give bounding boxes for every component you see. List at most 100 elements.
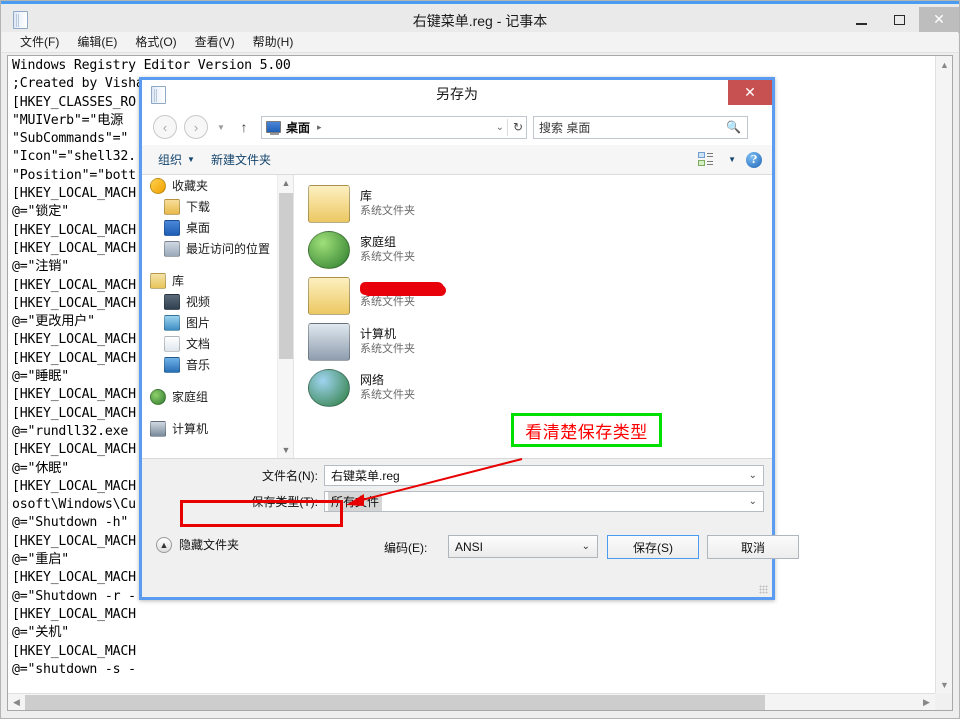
collapse-icon: ▲ xyxy=(156,536,172,553)
notepad-title: 右键菜单.reg - 记事本 xyxy=(412,13,548,29)
address-bar[interactable]: 桌面 ▸ ⌄ ↻ xyxy=(261,115,527,139)
downloads-icon xyxy=(164,198,180,215)
menu-file[interactable]: 文件(F) xyxy=(11,32,68,52)
horizontal-scroll-thumb[interactable] xyxy=(25,695,765,710)
sidebar-item-0[interactable]: 收藏夹 xyxy=(142,175,293,196)
forward-button[interactable]: › xyxy=(184,115,208,139)
breadcrumb-current[interactable]: 桌面 xyxy=(286,119,310,136)
breadcrumb-separator-icon: ▸ xyxy=(317,121,322,132)
toolbar-right-group: ▼ ? xyxy=(698,151,762,168)
file-list-item[interactable]: 家庭组 系统文件夹 xyxy=(294,227,772,273)
sidebar-item-4[interactable]: 库 xyxy=(142,270,293,291)
file-type: 系统文件夹 xyxy=(360,296,415,308)
search-input[interactable]: 搜索 桌面 🔍 xyxy=(533,115,748,139)
notepad-horizontal-scrollbar[interactable]: ◀ ▶ xyxy=(8,693,952,710)
menu-view[interactable]: 查看(V) xyxy=(186,32,244,52)
sidebar-item-label: 图片 xyxy=(186,316,211,330)
up-one-level-button[interactable]: ↑ xyxy=(234,116,254,138)
recent-locations-button[interactable]: ▼ xyxy=(213,116,229,138)
hide-folders-label: 隐藏文件夹 xyxy=(179,538,240,552)
sidebar-item-8[interactable]: 音乐 xyxy=(142,354,293,375)
dialog-toolbar: 组织 ▼ 新建文件夹 ▼ ? xyxy=(142,145,772,175)
close-icon: ✕ xyxy=(744,84,756,100)
new-folder-button[interactable]: 新建文件夹 xyxy=(211,151,271,168)
sidebar-scrollbar[interactable]: ▲ ▼ xyxy=(277,175,293,458)
menu-edit[interactable]: 编辑(E) xyxy=(68,32,126,52)
minimize-icon xyxy=(855,22,867,25)
scroll-up-icon[interactable]: ▲ xyxy=(936,56,953,73)
dialog-titlebar[interactable]: 另存为 ✕ xyxy=(142,80,772,109)
scroll-up-icon[interactable]: ▲ xyxy=(278,175,293,191)
sidebar-item-label: 家庭组 xyxy=(172,390,209,404)
search-icon: 🔍 xyxy=(726,120,741,134)
annotation-text: 看清楚保存类型 xyxy=(525,422,648,442)
chevron-down-icon[interactable]: ⌄ xyxy=(749,496,757,507)
dialog-close-button[interactable]: ✕ xyxy=(728,80,772,105)
save-button[interactable]: 保存(S) xyxy=(607,535,699,559)
back-button[interactable]: ‹ xyxy=(153,115,177,139)
annotation-green-callout: 看清楚保存类型 xyxy=(511,413,662,447)
new-folder-label: 新建文件夹 xyxy=(210,153,271,167)
resize-grip-icon[interactable] xyxy=(759,585,768,594)
sidebar-item-1[interactable]: 下载 xyxy=(142,196,293,217)
file-list-item[interactable]: 计算机 系统文件夹 xyxy=(294,319,772,365)
sidebar-item-10[interactable]: 计算机 xyxy=(142,418,293,439)
dialog-footer: ▲ 隐藏文件夹 编码(E): ANSI ⌄ 保存(S) 取消 xyxy=(142,518,799,597)
scroll-down-icon[interactable]: ▼ xyxy=(278,442,293,458)
file-list-item[interactable]: 系统文件夹 xyxy=(294,273,772,319)
sidebar-item-3[interactable]: 最近访问的位置 xyxy=(142,238,293,259)
chevron-down-icon: ⌄ xyxy=(581,541,590,552)
help-icon[interactable]: ? xyxy=(746,151,762,168)
up-arrow-icon: ↑ xyxy=(240,119,248,135)
filename-label: 文件名(N): xyxy=(262,469,318,483)
desktop-icon xyxy=(266,121,281,135)
sidebar-item-2[interactable]: 桌面 xyxy=(142,217,293,238)
menu-help[interactable]: 帮助(H) xyxy=(244,32,303,52)
organize-label: 组织 xyxy=(158,153,183,167)
minimize-button[interactable] xyxy=(841,7,881,33)
network-icon xyxy=(308,369,350,407)
sidebar-item-label: 文档 xyxy=(186,337,211,351)
organize-button[interactable]: 组织 ▼ xyxy=(158,151,195,168)
menu-format[interactable]: 格式(O) xyxy=(126,32,185,52)
chevron-down-icon: ▼ xyxy=(217,122,225,132)
search-placeholder: 搜索 桌面 xyxy=(539,120,591,135)
sidebar-item-7[interactable]: 文档 xyxy=(142,333,293,354)
cancel-button[interactable]: 取消 xyxy=(707,535,799,559)
address-divider xyxy=(507,118,508,136)
file-type: 系统文件夹 xyxy=(360,251,415,263)
hide-folders-button[interactable]: ▲ 隐藏文件夹 xyxy=(156,536,239,553)
pictures-icon xyxy=(164,314,180,331)
close-button[interactable]: ✕ xyxy=(919,7,959,33)
encoding-select[interactable]: ANSI ⌄ xyxy=(448,535,598,558)
desktop-icon xyxy=(164,219,180,236)
sidebar-item-6[interactable]: 图片 xyxy=(142,312,293,333)
navigation-tree: 收藏夹 下载桌面最近访问的位置库视频图片文档音乐家庭组计算机 xyxy=(142,175,293,439)
notepad-vertical-scrollbar[interactable]: ▲ ▼ xyxy=(935,56,952,693)
chevron-down-icon: ▼ xyxy=(187,155,195,164)
view-mode-icon[interactable] xyxy=(698,152,714,167)
sidebar-item-label: 视频 xyxy=(186,295,211,309)
sidebar-item-5[interactable]: 视频 xyxy=(142,291,293,312)
scroll-left-icon[interactable]: ◀ xyxy=(8,694,25,711)
view-mode-chevron-down-icon[interactable]: ▼ xyxy=(728,155,736,164)
scroll-down-icon[interactable]: ▼ xyxy=(936,676,953,693)
sidebar-item-9[interactable]: 家庭组 xyxy=(142,386,293,407)
notepad-titlebar[interactable]: 右键菜单.reg - 记事本 ✕ xyxy=(1,4,959,33)
sidebar-item-label: 音乐 xyxy=(186,358,211,372)
address-dropdown-icon[interactable]: ⌄ xyxy=(496,122,504,133)
file-list-item[interactable]: 库系统文件夹 xyxy=(294,181,772,227)
chevron-down-icon[interactable]: ⌄ xyxy=(749,470,757,481)
refresh-icon[interactable]: ↻ xyxy=(513,120,523,134)
file-name: 家庭组 xyxy=(360,235,397,249)
sidebar-scroll-thumb[interactable] xyxy=(279,193,293,359)
scroll-right-icon[interactable]: ▶ xyxy=(918,694,935,711)
computer-icon xyxy=(308,323,350,361)
file-list-item[interactable]: 网络 系统文件夹 xyxy=(294,365,772,411)
documents-icon xyxy=(164,335,180,352)
maximize-button[interactable] xyxy=(879,7,919,33)
sidebar-item-label: 桌面 xyxy=(186,221,211,235)
close-icon: ✕ xyxy=(933,12,945,28)
redacted-filename xyxy=(360,282,444,295)
